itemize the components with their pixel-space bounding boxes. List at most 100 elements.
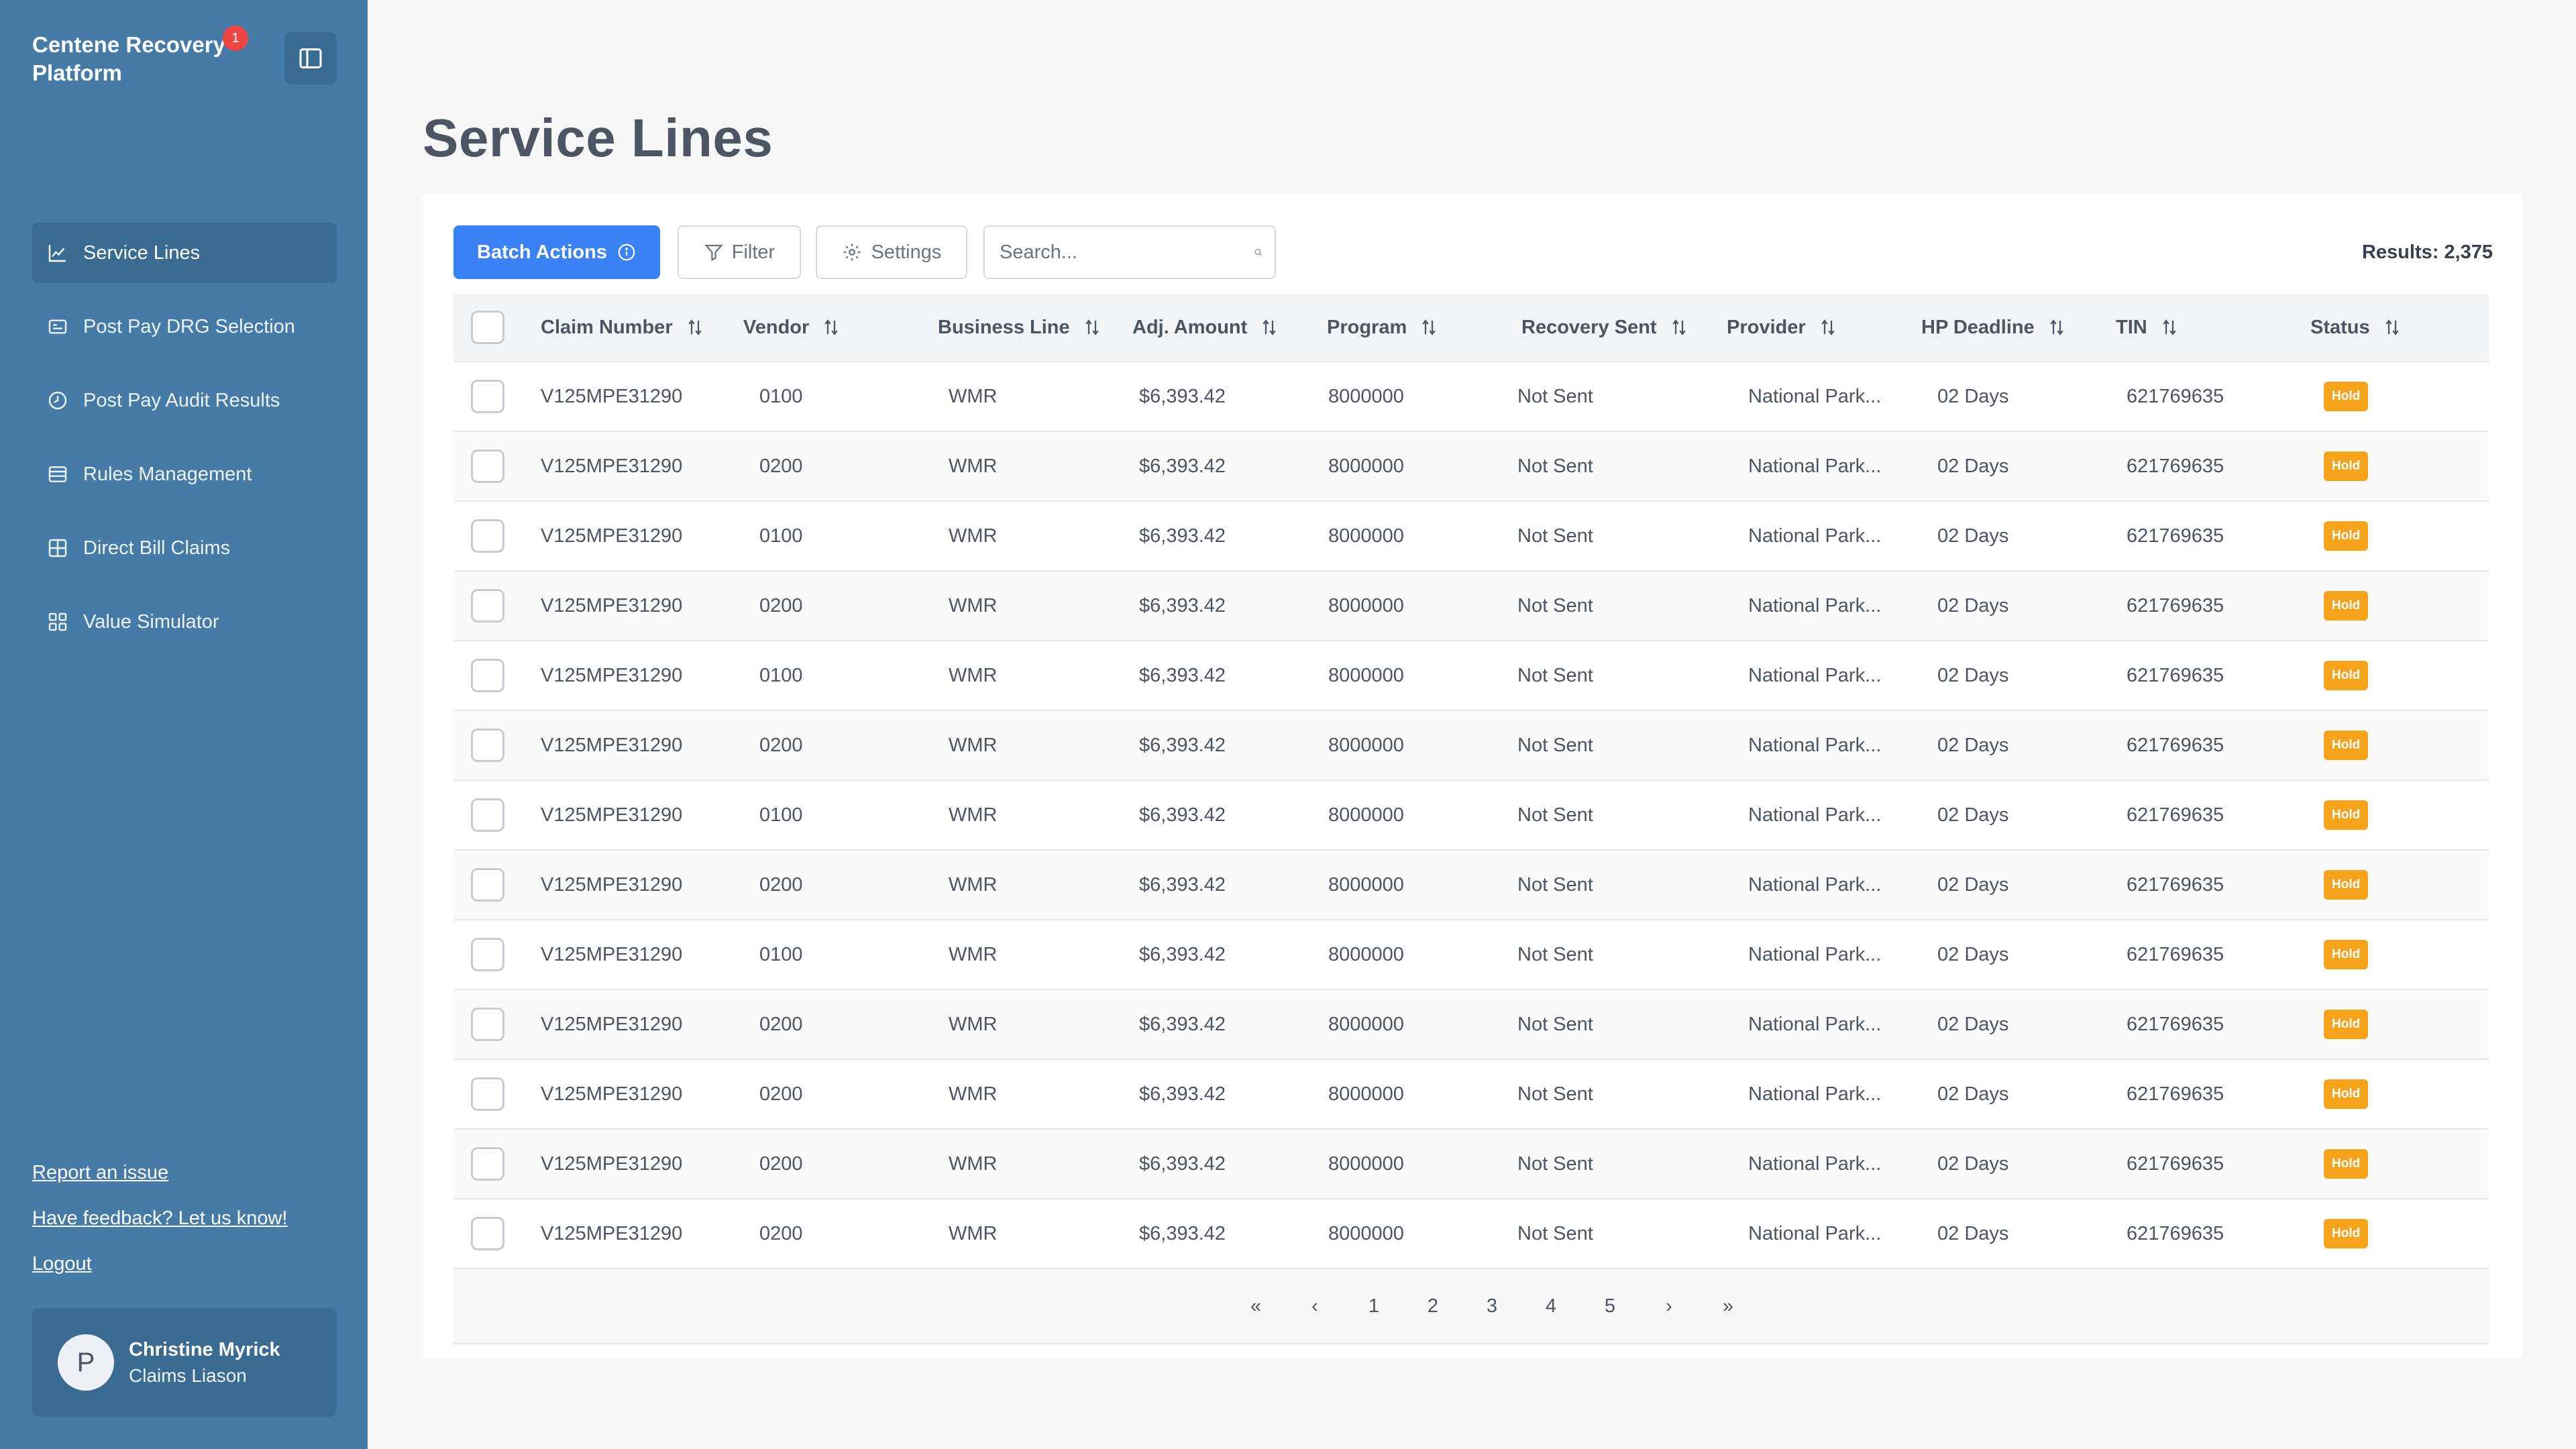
last-page-button[interactable]: » [1708, 1269, 1748, 1343]
row-checkbox[interactable] [471, 1077, 504, 1111]
user-profile-card[interactable]: P Christine Myrick Claims Liason [32, 1308, 337, 1417]
row-checkbox[interactable] [471, 798, 504, 832]
sort-icon[interactable] [1669, 317, 1689, 337]
claim-number-cell: V125MPE31290 [541, 1014, 683, 1035]
row-checkbox[interactable] [471, 1217, 504, 1250]
notification-badge[interactable]: 1 [223, 25, 248, 51]
sort-icon[interactable] [2047, 317, 2067, 337]
tin-cell: 621769635 [2127, 525, 2224, 547]
table-row[interactable]: V125MPE31290 0100 WMR $6,393.42 8000000 Not S… [453, 781, 2489, 851]
vendor-cell: 0100 [759, 525, 803, 547]
table-row[interactable]: V125MPE31290 0200 WMR $6,393.42 8000000 Not S… [453, 572, 2489, 641]
logout-link[interactable]: Logout [32, 1249, 287, 1295]
business-line-cell: WMR [949, 386, 998, 407]
column-header-hp-deadline[interactable]: HP Deadline [1921, 294, 2067, 361]
sidebar-item-rules-management[interactable]: Rules Management [32, 444, 337, 504]
toolbar: Batch Actions Filter Settings Results: 2… [453, 225, 2493, 279]
page-4-button[interactable]: 4 [1531, 1269, 1571, 1343]
sidebar-toggle-button[interactable] [284, 32, 337, 85]
recovery-sent-cell: Not Sent [1517, 525, 1593, 547]
table-row[interactable]: V125MPE31290 0200 WMR $6,393.42 8000000 Not S… [453, 1060, 2489, 1130]
settings-button[interactable]: Settings [816, 225, 967, 279]
adj-amount-cell: $6,393.42 [1139, 595, 1226, 616]
previous-page-button[interactable]: ‹ [1295, 1269, 1335, 1343]
sort-icon[interactable] [1419, 317, 1439, 337]
gear-icon [843, 244, 861, 261]
sidebar-item-post-pay-audit-results[interactable]: Post Pay Audit Results [32, 370, 337, 431]
search-input[interactable] [998, 240, 1254, 264]
sort-icon[interactable] [2159, 317, 2180, 337]
column-header-provider[interactable]: Provider [1727, 294, 1838, 361]
table-row[interactable]: V125MPE31290 0200 WMR $6,393.42 8000000 Not S… [453, 1130, 2489, 1199]
page-1-button[interactable]: 1 [1354, 1269, 1394, 1343]
provider-cell: National Park... [1748, 735, 1882, 756]
table-row[interactable]: V125MPE31290 0200 WMR $6,393.42 8000000 Not S… [453, 432, 2489, 502]
claim-number-cell: V125MPE31290 [541, 386, 683, 407]
table-row[interactable]: V125MPE31290 0100 WMR $6,393.42 8000000 Not S… [453, 920, 2489, 990]
sort-icon[interactable] [1082, 317, 1102, 337]
column-header-recovery-sent[interactable]: Recovery Sent [1521, 294, 1689, 361]
info-icon [618, 244, 635, 261]
page-5-button[interactable]: 5 [1590, 1269, 1630, 1343]
search-icon[interactable] [1254, 241, 1263, 263]
page-2-button[interactable]: 2 [1413, 1269, 1453, 1343]
table-row[interactable]: V125MPE31290 0200 WMR $6,393.42 8000000 Not S… [453, 1199, 2489, 1269]
status-badge: Hold [2324, 382, 2369, 411]
status-badge: Hold [2324, 1079, 2369, 1109]
column-header-claim-number[interactable]: Claim Number [541, 294, 705, 361]
column-header-adj-amount[interactable]: Adj. Amount [1132, 294, 1279, 361]
row-checkbox[interactable] [471, 449, 504, 483]
sort-icon[interactable] [2382, 317, 2402, 337]
table-row[interactable]: V125MPE31290 0100 WMR $6,393.42 8000000 Not S… [453, 362, 2489, 432]
report-issue-link[interactable]: Report an issue [32, 1158, 287, 1203]
hp-deadline-cell: 02 Days [1937, 665, 2009, 686]
column-header-vendor[interactable]: Vendor [743, 294, 841, 361]
business-line-cell: WMR [949, 525, 998, 547]
select-all-checkbox[interactable] [471, 311, 504, 344]
row-checkbox[interactable] [471, 729, 504, 762]
row-checkbox[interactable] [471, 380, 504, 413]
column-header-status[interactable]: Status [2310, 294, 2402, 361]
business-line-cell: WMR [949, 455, 998, 477]
row-checkbox[interactable] [471, 659, 504, 692]
column-header-tin[interactable]: TIN [2116, 294, 2180, 361]
page-3-button[interactable]: 3 [1472, 1269, 1512, 1343]
filter-button[interactable]: Filter [678, 225, 801, 279]
sort-icon[interactable] [1818, 317, 1838, 337]
column-header-business-line[interactable]: Business Line [938, 294, 1102, 361]
sidebar-item-post-pay-drg-selection[interactable]: Post Pay DRG Selection [32, 297, 337, 357]
sort-icon[interactable] [685, 317, 705, 337]
provider-cell: National Park... [1748, 665, 1882, 686]
feedback-link[interactable]: Have feedback? Let us know! [32, 1203, 287, 1249]
table-row[interactable]: V125MPE31290 0100 WMR $6,393.42 8000000 Not S… [453, 502, 2489, 572]
row-checkbox[interactable] [471, 589, 504, 623]
tin-cell: 621769635 [2127, 386, 2224, 407]
row-checkbox[interactable] [471, 938, 504, 971]
table-body: V125MPE31290 0100 WMR $6,393.42 8000000 Not S… [453, 362, 2489, 1269]
table-row[interactable]: V125MPE31290 0200 WMR $6,393.42 8000000 Not S… [453, 990, 2489, 1060]
sidebar-item-label: Direct Bill Claims [83, 537, 231, 559]
hp-deadline-cell: 02 Days [1937, 595, 2009, 616]
row-checkbox[interactable] [471, 868, 504, 902]
row-checkbox[interactable] [471, 519, 504, 553]
row-checkbox[interactable] [471, 1147, 504, 1181]
business-line-cell: WMR [949, 804, 998, 826]
sidebar-item-value-simulator[interactable]: Value Simulator [32, 592, 337, 652]
next-page-button[interactable]: › [1649, 1269, 1689, 1343]
column-header-program[interactable]: Program [1327, 294, 1439, 361]
batch-actions-button[interactable]: Batch Actions [453, 225, 660, 279]
table-row[interactable]: V125MPE31290 0200 WMR $6,393.42 8000000 Not S… [453, 851, 2489, 920]
batch-actions-label: Batch Actions [477, 241, 607, 263]
claim-number-cell: V125MPE31290 [541, 665, 683, 686]
table-row[interactable]: V125MPE31290 0200 WMR $6,393.42 8000000 Not S… [453, 711, 2489, 781]
table-row[interactable]: V125MPE31290 0100 WMR $6,393.42 8000000 Not S… [453, 641, 2489, 711]
status-badge: Hold [2324, 870, 2369, 900]
sidebar-item-service-lines[interactable]: Service Lines [32, 223, 337, 283]
sort-icon[interactable] [1259, 317, 1279, 337]
sort-icon[interactable] [821, 317, 841, 337]
sidebar-item-direct-bill-claims[interactable]: Direct Bill Claims [32, 518, 337, 578]
provider-cell: National Park... [1748, 525, 1882, 547]
first-page-button[interactable]: « [1236, 1269, 1276, 1343]
row-checkbox[interactable] [471, 1008, 504, 1041]
vendor-cell: 0200 [759, 1083, 803, 1105]
